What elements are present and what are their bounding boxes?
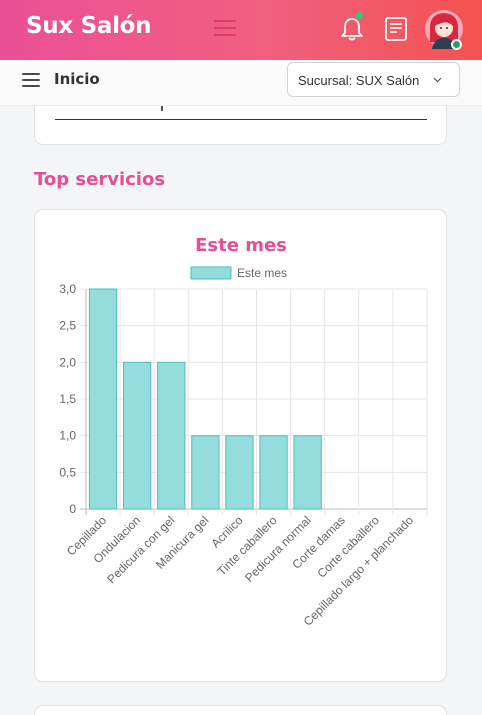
- brand-logo[interactable]: Sux Salón: [26, 13, 152, 39]
- branch-select[interactable]: Sucursal: SUX Salón: [287, 62, 460, 97]
- breadcrumb-bar: Inicio Sucursal: SUX Salón: [0, 60, 482, 106]
- bar[interactable]: [191, 435, 220, 510]
- breadcrumb[interactable]: Inicio: [54, 70, 100, 88]
- y-tick-label: 0,5: [59, 465, 76, 479]
- legend-swatch[interactable]: [190, 266, 232, 280]
- bar[interactable]: [293, 435, 322, 510]
- top-services-chart: Este mes Este mes 0 0,5 1,0 1,5 2,0 2,5 3,0 Ce…: [59, 235, 428, 629]
- y-tick-label: 2,0: [59, 355, 76, 369]
- next-card: [34, 705, 447, 715]
- y-tick-label: 3,0: [59, 282, 76, 296]
- chart-title: Este mes: [195, 235, 287, 256]
- branch-select-label: Sucursal: SUX Salón: [298, 73, 420, 88]
- notes-icon[interactable]: [384, 16, 408, 42]
- y-tick-label: 1,5: [59, 392, 76, 406]
- divider: [55, 119, 427, 120]
- y-tick-label: 2,5: [59, 319, 76, 333]
- online-status-dot: [451, 39, 462, 50]
- y-tick-label: 0: [69, 502, 76, 516]
- bar[interactable]: [88, 288, 118, 510]
- legend-label[interactable]: Este mes: [237, 266, 287, 280]
- bar[interactable]: [225, 435, 254, 510]
- sidebar-toggle-icon[interactable]: [214, 20, 236, 36]
- bar[interactable]: [123, 361, 152, 510]
- previous-card: [34, 106, 447, 145]
- top-navbar: Sux Salón: [0, 0, 482, 60]
- y-axis-ticks: 0 0,5 1,0 1,5 2,0 2,5 3,0: [59, 282, 76, 516]
- axis-tick: [161, 106, 163, 111]
- x-axis-ticks: CepilladoOndulacionPedicura con gelManic…: [64, 513, 416, 629]
- bell-icon[interactable]: [339, 15, 365, 43]
- chevron-down-icon: [433, 77, 442, 83]
- bar[interactable]: [259, 435, 288, 510]
- chart-card: Este mes Este mes 0 0,5 1,0 1,5 2,0 2,5 3,0 Ce…: [34, 209, 447, 682]
- menu-icon[interactable]: [22, 73, 40, 87]
- section-title: Top servicios: [34, 169, 166, 190]
- y-tick-label: 1,0: [59, 429, 76, 443]
- notification-dot: [356, 12, 363, 19]
- bar[interactable]: [157, 361, 186, 510]
